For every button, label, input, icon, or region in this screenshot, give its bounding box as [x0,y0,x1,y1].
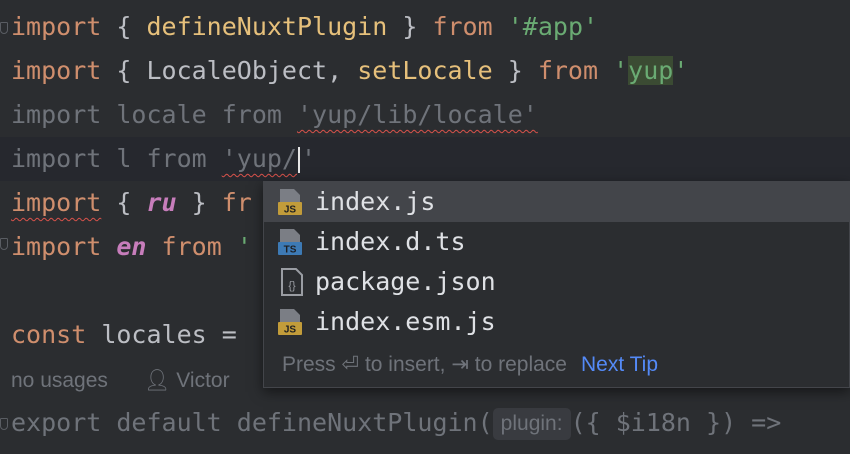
identifier: ru [146,188,177,217]
string-literal: ' [673,56,689,85]
code-text: { [101,188,147,217]
completion-item[interactable]: {} package.json [264,262,849,302]
string-literal: 'yup/lib/locale' [296,100,538,129]
string-literal: 'yup/ [221,144,297,173]
code-text: { LocaleObject, [101,56,358,85]
code-text: locales = [86,320,252,349]
insert-replace-hint: Press ⏎ to insert, ⇥ to replace [282,353,567,376]
completion-footer: Press ⏎ to insert, ⇥ to replace Next Tip [264,345,849,385]
code-text: } [492,56,538,85]
highlighted-string: yup [628,56,674,85]
completion-item[interactable]: JS index.esm.js [264,302,849,342]
identifier: defineNuxtPlugin [236,408,478,437]
identifier: setLocale [357,56,493,85]
keyword: fr [221,188,252,217]
keyword: import [11,12,102,41]
code-line-10[interactable]: export default defineNuxtPlugin(plugin:(… [0,401,850,445]
identifier: en [116,232,147,261]
keyword: import [11,56,102,85]
svg-text:JS: JS [284,325,297,336]
ts-file-icon: TS [278,229,302,256]
completion-popup: JS index.js TS index.d.ts {} package.jso… [263,181,850,388]
code-line-3[interactable]: import locale from 'yup/lib/locale' [0,93,850,137]
keyword: from [432,12,493,41]
completion-label: index.esm.js [315,307,496,336]
svg-text:{}: {} [288,280,296,292]
js-file-icon: JS [278,189,302,216]
svg-text:TS: TS [284,245,297,256]
code-line-1[interactable]: import { defineNuxtPlugin } from '#app' [0,5,850,49]
completion-item[interactable]: TS index.d.ts [264,222,849,262]
completion-label: index.d.ts [315,227,466,256]
identifier: defineNuxtPlugin [146,12,388,41]
keyword: from [537,56,599,85]
code-text: { [101,12,147,41]
code-text: import l from [11,144,222,173]
parameter-inlay-hint: plugin: [492,408,571,440]
code-vision-hint: no usages 👤︎ Victor [0,361,230,401]
completion-label: index.js [315,187,436,216]
next-tip-link[interactable]: Next Tip [581,353,658,376]
js-file-icon: JS [278,309,302,336]
completion-label: package.json [315,267,496,296]
code-line-2[interactable]: import { LocaleObject, setLocale } from … [0,49,850,93]
text-caret [297,147,300,173]
usages-hint[interactable]: no usages [11,369,108,392]
code-text: } [176,188,222,217]
code-text: ({ $i18n }) => [570,408,782,437]
keyword: import [11,188,102,217]
keyword: const [11,320,87,349]
json-file-icon: {} [281,268,303,296]
completion-item[interactable]: JS index.js [264,182,849,222]
code-line-current[interactable]: import l from 'yup/' [0,137,850,181]
string-literal: ' [221,232,252,261]
string-literal: ' [300,144,317,173]
code-text: import locale from [11,100,297,129]
code-text: } [387,12,433,41]
author-hint[interactable]: 👤︎ Victor [144,369,230,392]
author-name: Victor [176,369,230,392]
string-literal: ' [613,56,629,85]
string-literal: '#app' [507,12,599,41]
keyword: import [11,232,102,261]
keyword: from [161,232,222,261]
code-text: export default [11,408,237,437]
person-icon: 👤︎ [143,369,171,392]
code-text: ( [477,408,493,437]
svg-text:JS: JS [284,205,297,216]
